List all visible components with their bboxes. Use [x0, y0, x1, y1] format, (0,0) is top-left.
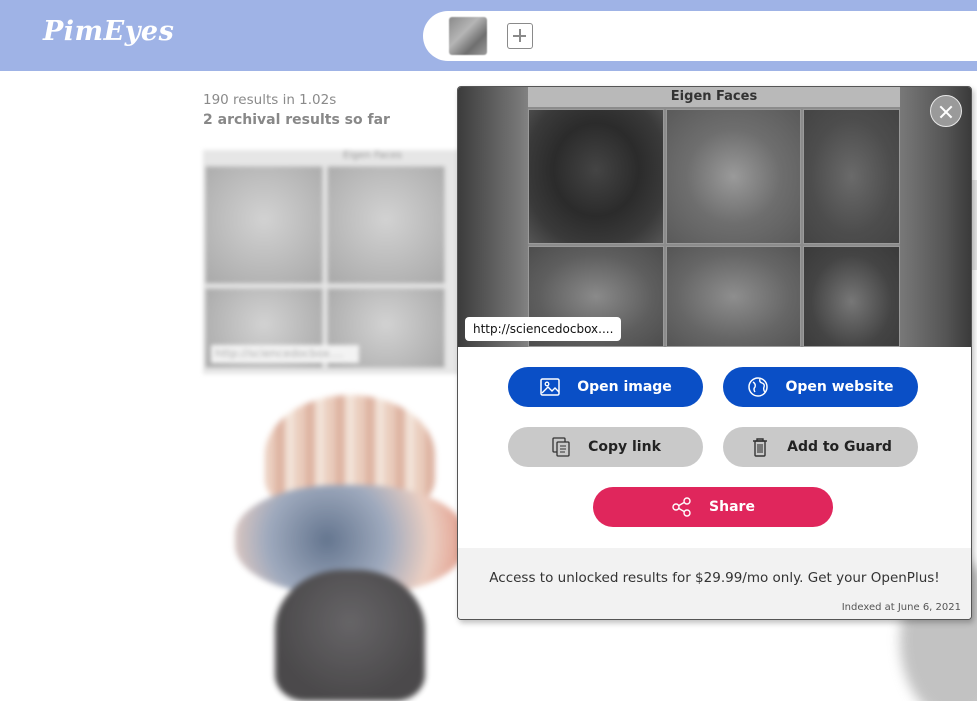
- open-website-button[interactable]: Open website: [723, 367, 918, 407]
- open-website-label: Open website: [785, 379, 894, 395]
- preview-image[interactable]: Eigen Faces: [528, 87, 900, 347]
- pimeyes-logo[interactable]: PimEyes: [43, 16, 174, 47]
- search-box[interactable]: [423, 11, 977, 61]
- share-button[interactable]: Share: [593, 487, 833, 527]
- globe-icon: [747, 376, 769, 398]
- copy-link-label: Copy link: [588, 439, 661, 455]
- top-bar: PimEyes: [0, 0, 977, 71]
- result-card-link: http://sciencedocbox....: [211, 345, 359, 363]
- result-statue-image[interactable]: [230, 395, 470, 701]
- add-photo-icon[interactable]: [507, 23, 533, 49]
- result-detail-modal: Eigen Faces http://sciencedocbox.... Ope…: [457, 86, 972, 620]
- add-to-guard-button[interactable]: Add to Guard: [723, 427, 918, 467]
- open-image-button[interactable]: Open image: [508, 367, 703, 407]
- add-to-guard-label: Add to Guard: [787, 439, 892, 455]
- close-icon[interactable]: [930, 95, 962, 127]
- open-image-label: Open image: [577, 379, 672, 395]
- eigenface-image: [803, 246, 900, 347]
- indexed-date: Indexed at June 6, 2021: [841, 602, 961, 613]
- result-card[interactable]: Eigen Faces http://sciencedocbox....: [203, 150, 493, 374]
- source-link-chip[interactable]: http://sciencedocbox....: [465, 317, 622, 341]
- search-photo-thumbnail[interactable]: [449, 17, 487, 55]
- share-label: Share: [709, 499, 755, 515]
- trash-icon: [749, 436, 771, 458]
- copy-icon: [550, 436, 572, 458]
- openplus-promo[interactable]: Access to unlocked results for $29.99/mo…: [458, 570, 971, 586]
- copy-link-button[interactable]: Copy link: [508, 427, 703, 467]
- eigenface-image: [803, 109, 900, 244]
- archival-results: 2 archival results so far: [203, 112, 390, 128]
- eigenface-image: [666, 246, 801, 347]
- eigenface-image: [528, 109, 664, 244]
- result-preview: Eigen Faces http://sciencedocbox....: [458, 87, 971, 347]
- results-count: 190 results in 1.02s: [203, 92, 337, 108]
- share-icon: [671, 496, 693, 518]
- image-icon: [539, 376, 561, 398]
- result-thumbnail-face: [327, 166, 445, 284]
- eigenface-image: [666, 109, 801, 244]
- preview-title: Eigen Faces: [528, 87, 900, 107]
- modal-footer: Access to unlocked results for $29.99/mo…: [458, 548, 971, 619]
- result-card-title: Eigen Faces: [343, 150, 402, 161]
- result-thumbnail-face: [205, 166, 323, 284]
- results-meta: 190 results in 1.02s 2 archival results …: [203, 92, 390, 128]
